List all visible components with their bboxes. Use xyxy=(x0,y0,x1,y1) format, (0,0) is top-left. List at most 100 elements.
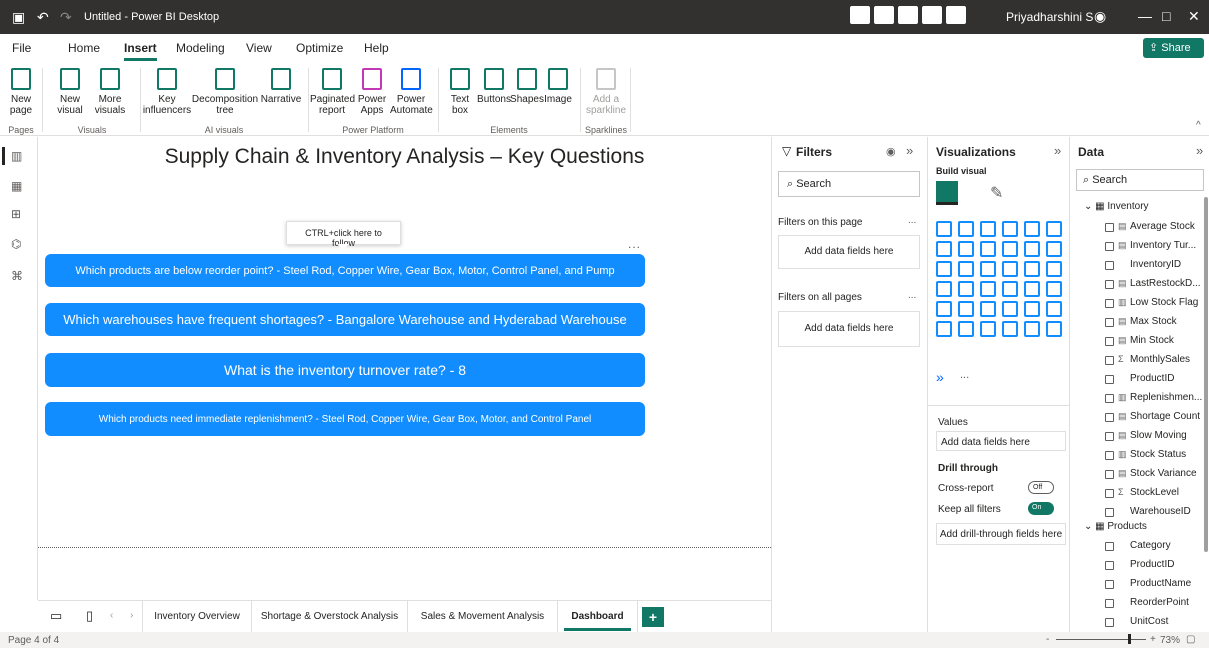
model-view-icon[interactable]: ⊞ xyxy=(11,207,27,221)
close-icon[interactable]: ✕ xyxy=(1188,8,1200,25)
field-checkbox[interactable] xyxy=(1105,599,1114,608)
avatar-icon[interactable]: ◉ xyxy=(1094,8,1106,25)
drill-through-well[interactable]: Add drill-through fields here xyxy=(936,523,1066,545)
tab-inventory-overview[interactable]: Inventory Overview xyxy=(142,601,252,633)
data-field[interactable]: Σ StockLevel xyxy=(1105,487,1207,505)
menu-optimize[interactable]: Optimize xyxy=(296,41,343,55)
power-automate-button[interactable]: Power Automate xyxy=(390,68,433,116)
filters-all-pages-more[interactable]: ... xyxy=(908,290,916,301)
stacked-area-icon[interactable] xyxy=(980,241,996,257)
field-checkbox[interactable] xyxy=(1105,489,1114,498)
gauge-icon[interactable] xyxy=(980,281,996,297)
table-view-icon[interactable]: ▦ xyxy=(11,179,27,193)
new-page-button[interactable]: New page xyxy=(6,68,36,116)
field-checkbox[interactable] xyxy=(1105,508,1114,517)
field-checkbox[interactable] xyxy=(1105,242,1114,251)
field-checkbox[interactable] xyxy=(1105,223,1114,232)
data-field[interactable]: ▤ LastRestockD... xyxy=(1105,278,1207,296)
table-icon[interactable] xyxy=(958,301,974,317)
data-search-input[interactable]: ⌕ Search xyxy=(1076,169,1204,191)
field-checkbox[interactable] xyxy=(1105,337,1114,346)
report-view-icon[interactable]: ▥ xyxy=(2,147,27,165)
data-field[interactable]: ProductName xyxy=(1105,578,1207,596)
data-field[interactable]: ▤ Min Stock xyxy=(1105,335,1207,353)
waterfall-icon[interactable] xyxy=(1046,241,1062,257)
question-button-3[interactable]: What is the inventory turnover rate? - 8 xyxy=(45,353,645,387)
funnel-icon[interactable] xyxy=(936,261,952,277)
data-field[interactable]: ▤ Shortage Count xyxy=(1105,411,1207,429)
power-apps-button[interactable]: Power Apps xyxy=(354,68,390,116)
line-chart-icon[interactable] xyxy=(936,241,952,257)
field-checkbox[interactable] xyxy=(1105,470,1114,479)
tab-shortage-overstock[interactable]: Shortage & Overstock Analysis xyxy=(252,601,408,633)
100-column-icon[interactable] xyxy=(1046,221,1062,237)
visual-more-options[interactable]: ... xyxy=(628,237,641,251)
menu-view[interactable]: View xyxy=(246,41,272,55)
power-automate-viz-icon[interactable]: » xyxy=(936,369,944,385)
field-checkbox[interactable] xyxy=(1105,451,1114,460)
values-well[interactable]: Add data fields here xyxy=(936,431,1066,451)
buttons-button[interactable]: Buttons xyxy=(476,68,512,105)
line-column-icon[interactable] xyxy=(1002,241,1018,257)
menu-insert[interactable]: Insert xyxy=(124,41,157,61)
data-field[interactable]: ProductID xyxy=(1105,559,1207,577)
zoom-slider-thumb[interactable] xyxy=(1128,634,1131,644)
slicer-icon[interactable] xyxy=(936,301,952,317)
tab-dashboard[interactable]: Dashboard xyxy=(558,601,638,633)
pie-icon[interactable] xyxy=(980,261,996,277)
field-checkbox[interactable] xyxy=(1105,375,1114,384)
filters-all-well[interactable]: Add data fields here xyxy=(778,311,920,347)
data-field[interactable]: ▤ Stock Variance xyxy=(1105,468,1207,486)
area-chart-icon[interactable] xyxy=(958,241,974,257)
azure-map-icon[interactable] xyxy=(958,281,974,297)
share-button[interactable]: ⇪ Share ⌄ xyxy=(1143,38,1204,67)
more-visuals-button[interactable]: More visuals xyxy=(88,68,132,116)
data-field[interactable]: Category xyxy=(1105,540,1207,558)
kpi-icon[interactable] xyxy=(1046,281,1062,297)
field-checkbox[interactable] xyxy=(1105,394,1114,403)
keep-filters-toggle[interactable]: On xyxy=(1028,502,1054,515)
narrative-viz-icon[interactable] xyxy=(980,321,996,337)
filters-search-input[interactable]: ⌕ Search xyxy=(778,171,920,197)
maximize-icon[interactable]: □ xyxy=(1162,8,1170,24)
field-checkbox[interactable] xyxy=(1105,413,1114,422)
zoom-in-icon[interactable]: + xyxy=(1150,634,1156,645)
field-checkbox[interactable] xyxy=(1105,432,1114,441)
field-checkbox[interactable] xyxy=(1105,261,1114,270)
fit-to-page-icon[interactable]: ▢ xyxy=(1186,634,1195,645)
python-visual-icon[interactable] xyxy=(1024,301,1040,317)
field-checkbox[interactable] xyxy=(1105,618,1114,627)
decomposition-tree-button[interactable]: Decomposition tree xyxy=(190,68,260,116)
field-checkbox[interactable] xyxy=(1105,580,1114,589)
zoom-out-icon[interactable]: - xyxy=(1046,634,1049,645)
filters-page-well[interactable]: Add data fields here xyxy=(778,235,920,269)
filled-map-icon[interactable] xyxy=(936,281,952,297)
tmdl-view-icon[interactable]: ⌘ xyxy=(11,269,27,283)
data-field[interactable]: InventoryID xyxy=(1105,259,1207,277)
save-icon[interactable]: ▣ xyxy=(12,9,25,26)
key-influencers-viz-icon[interactable] xyxy=(1046,301,1062,317)
add-sparkline-button[interactable]: Add a sparkline xyxy=(586,68,626,116)
qa-icon[interactable] xyxy=(958,321,974,337)
stacked-bar-icon[interactable] xyxy=(936,221,952,237)
collapse-data-icon[interactable]: » xyxy=(1196,143,1203,158)
field-checkbox[interactable] xyxy=(1105,280,1114,289)
shapes-button[interactable]: Shapes xyxy=(510,68,544,105)
menu-help[interactable]: Help xyxy=(364,41,389,55)
user-name[interactable]: Priyadharshini S xyxy=(1006,10,1093,24)
field-checkbox[interactable] xyxy=(1105,318,1114,327)
data-field[interactable]: ▥ Replenishmen... xyxy=(1105,392,1207,410)
dax-query-view-icon[interactable]: ⌬ xyxy=(11,237,27,251)
more-visuals-dots[interactable]: ... xyxy=(960,369,969,381)
treemap-icon[interactable] xyxy=(1024,261,1040,277)
data-field[interactable]: ReorderPoint xyxy=(1105,597,1207,615)
data-field[interactable]: ▤ Inventory Tur... xyxy=(1105,240,1207,258)
zoom-slider[interactable] xyxy=(1056,639,1146,640)
table-inventory[interactable]: ⌄ ▦ Inventory xyxy=(1084,201,1149,212)
map-icon[interactable] xyxy=(1046,261,1062,277)
tab-sales-movement[interactable]: Sales & Movement Analysis xyxy=(408,601,558,633)
desktop-layout-icon[interactable]: ▭ xyxy=(50,608,62,624)
camera-icon[interactable] xyxy=(874,6,894,24)
collapse-ribbon-icon[interactable]: ^ xyxy=(1196,120,1201,131)
data-field[interactable]: ProductID xyxy=(1105,373,1207,391)
